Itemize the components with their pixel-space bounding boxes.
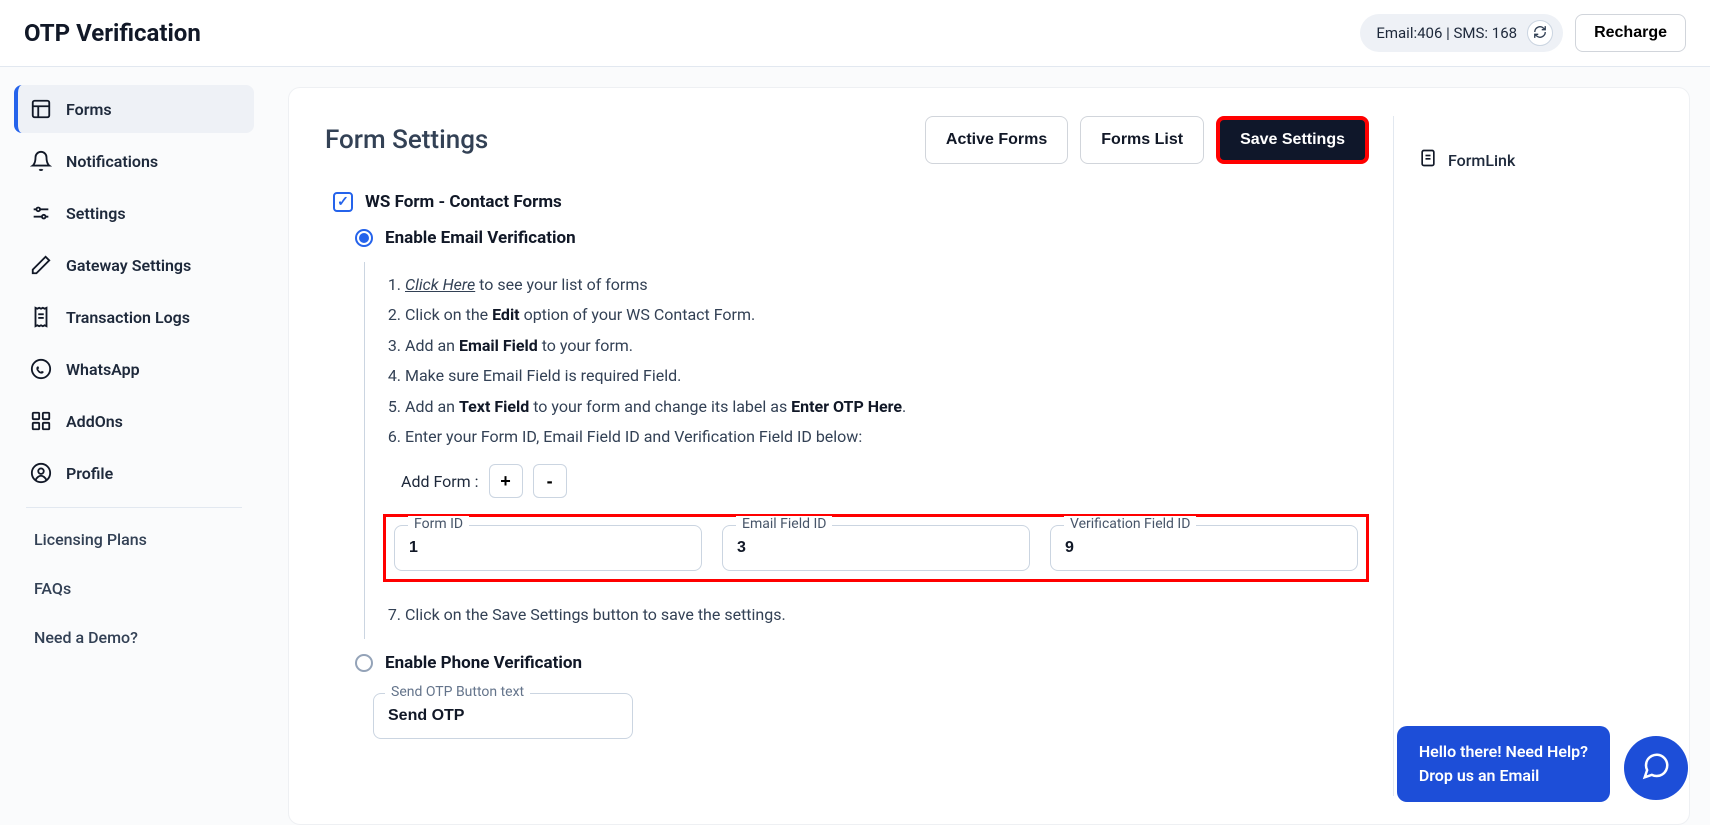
sidebar-item-forms[interactable]: Forms	[14, 85, 254, 133]
email-field-label: Email Field ID	[736, 516, 832, 532]
step-6: Enter your Form ID, Email Field ID and V…	[405, 422, 1369, 452]
recharge-button[interactable]: Recharge	[1575, 14, 1686, 52]
click-here-link[interactable]: Click Here	[405, 275, 475, 294]
help-line-1: Hello there! Need Help?	[1419, 740, 1588, 764]
sidebar-item-label: Notifications	[66, 152, 158, 171]
sidebar-item-settings[interactable]: Settings	[14, 189, 254, 237]
radio-email-row: Enable Email Verification	[355, 228, 1369, 248]
verification-field-label: Verification Field ID	[1064, 516, 1196, 532]
add-form-row: Add Form : + -	[401, 464, 1369, 498]
checkbox-label: WS Form - Contact Forms	[365, 192, 562, 212]
radio-phone[interactable]	[355, 654, 373, 672]
sliders-icon	[30, 202, 52, 224]
topbar-right: Email:406 | SMS: 168 Recharge	[1360, 14, 1686, 52]
radio-phone-label: Enable Phone Verification	[385, 653, 582, 673]
forms-list-button[interactable]: Forms List	[1080, 116, 1204, 164]
radio-email-label: Enable Email Verification	[385, 228, 576, 248]
sidebar-item-label: AddOns	[66, 412, 123, 431]
layout: Forms Notifications Settings Gateway Set…	[0, 67, 1710, 825]
chat-fab[interactable]	[1624, 736, 1688, 800]
step-3: Add an Email Field to your form.	[405, 331, 1369, 361]
credit-text: Email:406 | SMS: 168	[1376, 24, 1517, 42]
step-1: Click Here to see your list of forms	[405, 270, 1369, 300]
steps-list-2: Click on the Save Settings button to sav…	[383, 600, 1369, 630]
form-id-group: Form ID	[394, 525, 702, 571]
radio-phone-row: Enable Phone Verification	[355, 653, 1369, 673]
form-id-label: Form ID	[408, 516, 469, 532]
sidebar-item-label: Gateway Settings	[66, 256, 191, 275]
formlink-label: FormLink	[1448, 151, 1515, 170]
sidebar-item-profile[interactable]: Profile	[14, 449, 254, 497]
card-main: Form Settings Active Forms Forms List Sa…	[325, 116, 1369, 796]
card-header: Form Settings Active Forms Forms List Sa…	[325, 116, 1369, 164]
checkbox-row: ✓ WS Form - Contact Forms	[333, 192, 1369, 212]
add-form-plus-button[interactable]: +	[489, 464, 523, 498]
main: Form Settings Active Forms Forms List Sa…	[268, 67, 1710, 825]
card-actions: Active Forms Forms List Save Settings	[925, 116, 1369, 164]
user-circle-icon	[30, 462, 52, 484]
layout-icon	[30, 98, 52, 120]
bell-icon	[30, 150, 52, 172]
page-title: OTP Verification	[24, 19, 201, 47]
sidebar-item-label: Settings	[66, 204, 126, 223]
topbar: OTP Verification Email:406 | SMS: 168 Re…	[0, 0, 1710, 67]
radio-email[interactable]	[355, 229, 373, 247]
active-forms-button[interactable]: Active Forms	[925, 116, 1068, 164]
sidebar-link-demo[interactable]: Need a Demo?	[14, 616, 254, 659]
document-icon	[1418, 148, 1438, 172]
step-7: Click on the Save Settings button to sav…	[405, 600, 1369, 630]
add-form-minus-button[interactable]: -	[533, 464, 567, 498]
sidebar-item-label: Profile	[66, 464, 113, 483]
sidebar-link-faqs[interactable]: FAQs	[14, 567, 254, 610]
receipt-icon	[30, 306, 52, 328]
steps-wrap: Click Here to see your list of forms Cli…	[364, 262, 1369, 639]
sidebar-item-notifications[interactable]: Notifications	[14, 137, 254, 185]
send-otp-label: Send OTP Button text	[385, 684, 530, 700]
card-title: Form Settings	[325, 125, 488, 155]
sidebar-divider	[26, 507, 242, 508]
ws-form-checkbox[interactable]: ✓	[333, 192, 353, 212]
pen-icon	[30, 254, 52, 276]
credit-badge: Email:406 | SMS: 168	[1360, 14, 1563, 52]
chat-icon	[1641, 751, 1671, 785]
form-block: ✓ WS Form - Contact Forms Enable Email V…	[325, 192, 1369, 739]
verification-field-group: Verification Field ID	[1050, 525, 1358, 571]
grid-icon	[30, 410, 52, 432]
sidebar-item-transaction-logs[interactable]: Transaction Logs	[14, 293, 254, 341]
sidebar-item-label: Transaction Logs	[66, 308, 190, 327]
sidebar-item-whatsapp[interactable]: WhatsApp	[14, 345, 254, 393]
formlink-link[interactable]: FormLink	[1418, 148, 1653, 172]
steps-list: Click Here to see your list of forms Cli…	[383, 270, 1369, 452]
fields-row: Form ID Email Field ID Verification Fiel…	[383, 514, 1369, 582]
step-4: Make sure Email Field is required Field.	[405, 361, 1369, 391]
sidebar-item-label: Forms	[66, 100, 112, 119]
sidebar-item-gateway-settings[interactable]: Gateway Settings	[14, 241, 254, 289]
help-bubble[interactable]: Hello there! Need Help? Drop us an Email	[1397, 726, 1610, 802]
refresh-icon	[1533, 25, 1547, 42]
step-2: Click on the Edit option of your WS Cont…	[405, 300, 1369, 330]
settings-card: Form Settings Active Forms Forms List Sa…	[288, 87, 1690, 825]
refresh-button[interactable]	[1527, 20, 1553, 46]
step-5: Add an Text Field to your form and chang…	[405, 392, 1369, 422]
email-field-group: Email Field ID	[722, 525, 1030, 571]
card-aside: FormLink	[1393, 116, 1653, 796]
sidebar: Forms Notifications Settings Gateway Set…	[0, 67, 268, 825]
sidebar-item-addons[interactable]: AddOns	[14, 397, 254, 445]
sidebar-item-label: WhatsApp	[66, 360, 140, 379]
save-settings-button[interactable]: Save Settings	[1216, 116, 1369, 164]
help-line-2: Drop us an Email	[1419, 764, 1588, 788]
send-otp-group: Send OTP Button text	[373, 693, 633, 739]
whatsapp-icon	[30, 358, 52, 380]
add-form-label: Add Form :	[401, 472, 479, 491]
sidebar-link-licensing[interactable]: Licensing Plans	[14, 518, 254, 561]
